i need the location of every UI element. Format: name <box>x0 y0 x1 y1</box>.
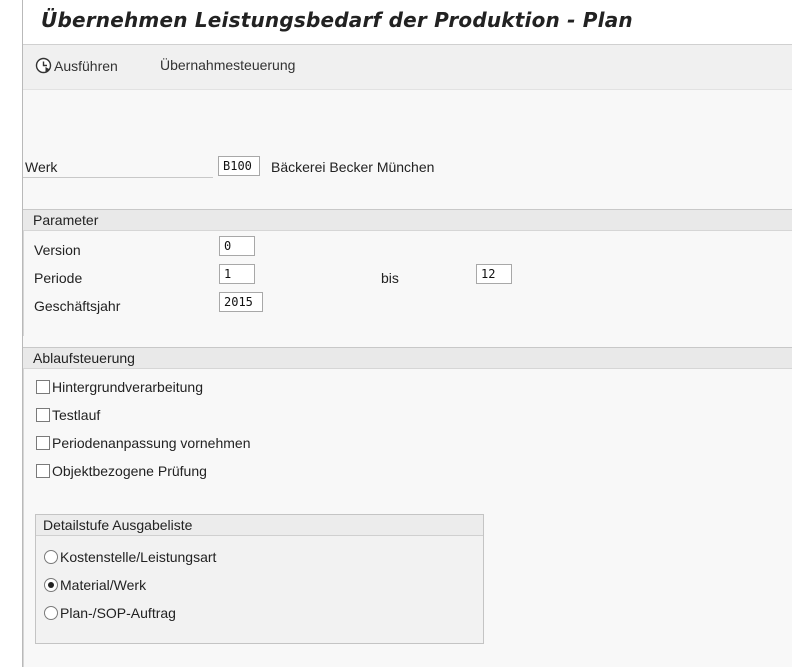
ablauf-group-header: Ablaufsteuerung <box>23 347 792 369</box>
bis-label: bis <box>381 270 399 286</box>
radio-button[interactable] <box>44 606 58 620</box>
checkbox-box[interactable] <box>36 436 50 450</box>
radio-button[interactable] <box>44 550 58 564</box>
checkbox-periodenanpassung[interactable]: Periodenanpassung vornehmen <box>36 435 250 451</box>
parameter-group-header: Parameter <box>23 209 792 231</box>
parameter-group: Version 0 Periode 1 bis 12 Geschäftsjahr… <box>23 230 792 336</box>
checkbox-label: Hintergrundverarbeitung <box>52 379 203 395</box>
checkbox-label: Testlauf <box>52 407 101 423</box>
execute-label: Ausführen <box>54 57 118 74</box>
radio-label: Material/Werk <box>60 577 147 593</box>
periode-label: Periode <box>34 270 83 286</box>
parameter-group-title: Parameter <box>33 212 99 228</box>
execute-clock-icon <box>35 57 52 74</box>
radio-button[interactable] <box>44 578 58 592</box>
checkbox-label: Periodenanpassung vornehmen <box>52 435 251 451</box>
execute-button[interactable]: Ausführen <box>35 57 118 74</box>
radio-label: Plan-/SOP-Auftrag <box>60 605 176 621</box>
werk-label: Werk <box>25 159 58 175</box>
checkbox-box[interactable] <box>36 408 50 422</box>
werk-input[interactable]: B100 <box>218 156 260 176</box>
ablauf-group-title: Ablaufsteuerung <box>33 350 135 366</box>
checkbox-hintergrundverarbeitung[interactable]: Hintergrundverarbeitung <box>36 379 203 395</box>
application-toolbar: Ausführen Übernahmesteuerung <box>23 45 792 90</box>
version-input[interactable]: 0 <box>219 236 255 256</box>
version-label: Version <box>34 242 81 258</box>
radio-plan-sop-auftrag[interactable]: Plan-/SOP-Auftrag <box>44 605 176 621</box>
detail-level-group-title: Detailstufe Ausgabeliste <box>36 515 483 536</box>
werk-description: Bäckerei Becker München <box>271 159 435 175</box>
radio-kostenstelle-leistungsart[interactable]: Kostenstelle/Leistungsart <box>44 549 216 565</box>
werk-label-line <box>23 177 213 178</box>
checkbox-objektbezogene-pruefung[interactable]: Objektbezogene Prüfung <box>36 463 207 479</box>
detail-level-group: Detailstufe Ausgabeliste Kostenstelle/Le… <box>35 514 484 644</box>
radio-label: Kostenstelle/Leistungsart <box>60 549 217 565</box>
selection-screen: Werk B100 Bäckerei Becker München Parame… <box>23 90 792 667</box>
takeover-control-label: Übernahmesteuerung <box>160 57 296 73</box>
title-bar: Übernehmen Leistungsbedarf der Produktio… <box>23 0 792 45</box>
checkbox-testlauf[interactable]: Testlauf <box>36 407 100 423</box>
app-window: Übernehmen Leistungsbedarf der Produktio… <box>22 0 792 667</box>
takeover-control-button[interactable]: Übernahmesteuerung <box>160 57 295 73</box>
page-title: Übernehmen Leistungsbedarf der Produktio… <box>41 8 633 32</box>
checkbox-label: Objektbezogene Prüfung <box>52 463 207 479</box>
geschaeftsjahr-input[interactable]: 2015 <box>219 292 263 312</box>
checkbox-box[interactable] <box>36 380 50 394</box>
radio-material-werk[interactable]: Material/Werk <box>44 577 146 593</box>
periode-to-input[interactable]: 12 <box>476 264 512 284</box>
checkbox-box[interactable] <box>36 464 50 478</box>
geschaeftsjahr-label: Geschäftsjahr <box>34 298 121 314</box>
periode-from-input[interactable]: 1 <box>219 264 255 284</box>
